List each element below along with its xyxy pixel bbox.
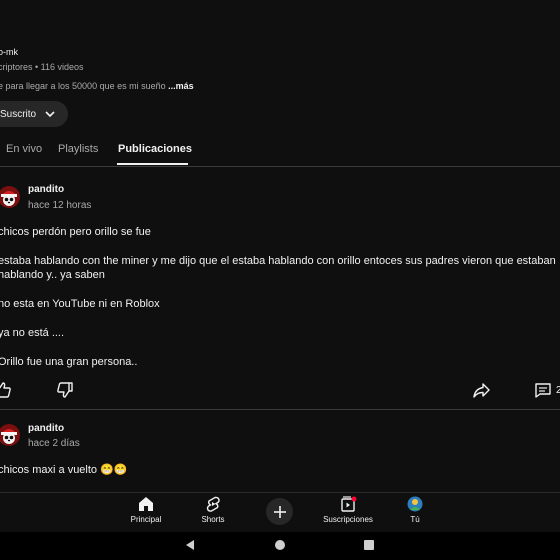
post-line: chicos perdón pero orillo se fue — [0, 226, 151, 238]
description-text: e para llegar a los 50000 que es mi sueñ… — [0, 81, 169, 91]
post-line: no esta en YouTube ni en Roblox — [0, 298, 160, 310]
dislike-icon[interactable] — [56, 381, 74, 399]
nav-home[interactable]: Principal — [126, 496, 166, 524]
home-circle-icon[interactable] — [274, 539, 286, 551]
nav-shorts-label: Shorts — [201, 515, 225, 524]
system-navigation-bar — [0, 532, 560, 560]
plus-icon — [273, 505, 286, 518]
nav-you[interactable]: Tú — [400, 496, 430, 524]
subscribe-label: Suscrito — [0, 108, 37, 120]
tab-posts[interactable]: Publicaciones — [118, 143, 192, 155]
nav-subscriptions-label: Suscripciones — [323, 515, 373, 524]
post-author[interactable]: pandito — [28, 423, 64, 434]
post-line: Orillo fue una gran persona.. — [0, 356, 138, 368]
back-icon[interactable] — [184, 539, 196, 551]
active-tab-indicator — [117, 163, 188, 165]
nav-shorts[interactable]: Shorts — [193, 496, 233, 524]
create-button[interactable] — [266, 498, 293, 525]
more-link[interactable]: ...más — [168, 81, 194, 91]
nav-subscriptions[interactable]: Suscripciones — [318, 496, 378, 524]
home-icon — [139, 497, 153, 511]
avatar[interactable] — [0, 186, 20, 208]
subscriptions-icon — [341, 496, 357, 512]
comments-button[interactable]: 2 — [534, 381, 560, 399]
post-line: ya no está .... — [0, 327, 65, 339]
comment-count: 2 — [556, 384, 560, 396]
channel-stats: criptores • 116 videos — [0, 62, 84, 72]
post-time: hace 2 días — [28, 438, 80, 449]
avatar-image — [0, 186, 20, 208]
avatar[interactable] — [0, 424, 20, 446]
channel-description[interactable]: e para llegar a los 50000 que es mi sueñ… — [0, 81, 194, 91]
like-icon[interactable] — [0, 381, 12, 399]
chevron-down-icon — [45, 111, 55, 118]
subscribe-button[interactable]: Suscrito — [0, 101, 69, 127]
share-icon[interactable] — [472, 381, 490, 399]
post-line: chicos maxi a vuelto 😁😁 — [0, 464, 128, 476]
post-line: estaba hablando con the miner y me dijo … — [0, 255, 556, 267]
post-author[interactable]: pandito — [28, 184, 64, 195]
recents-icon[interactable] — [363, 539, 375, 551]
post-line: hablando y.. ya saben — [0, 269, 105, 281]
nav-you-label: Tú — [410, 515, 420, 524]
profile-avatar-icon — [407, 496, 423, 512]
post-divider — [0, 409, 560, 410]
nav-home-label: Principal — [130, 515, 162, 524]
tab-live[interactable]: En vivo — [6, 143, 42, 155]
tab-playlists[interactable]: Playlists — [58, 143, 98, 155]
channel-handle: o-mk — [0, 47, 18, 57]
shorts-icon — [206, 496, 220, 512]
channel-tabs: En vivo Playlists Publicaciones — [0, 138, 560, 167]
bottom-navigation: Principal Shorts Suscripciones Tú — [0, 492, 560, 533]
avatar-image — [0, 424, 20, 446]
comment-icon — [535, 383, 551, 398]
post-time: hace 12 horas — [28, 200, 92, 211]
